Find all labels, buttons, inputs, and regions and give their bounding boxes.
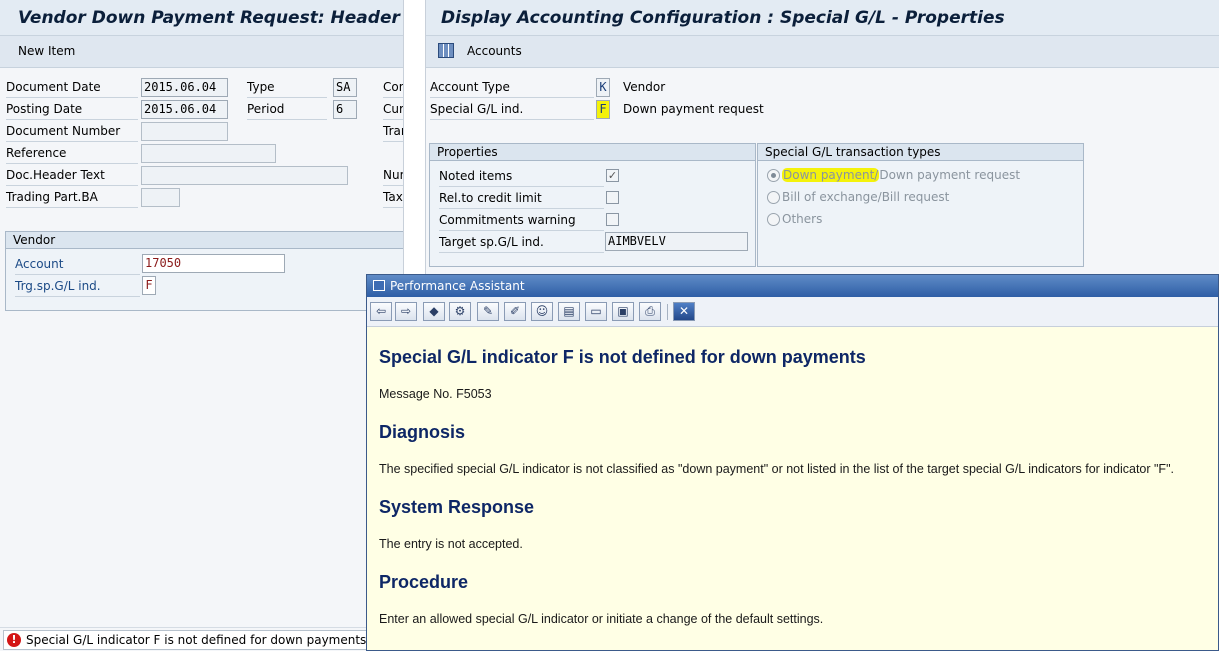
doc-header-text-label: Doc.Header Text: [6, 167, 138, 186]
special-gl-ind-text: Down payment request: [623, 102, 764, 116]
hint-icon[interactable]: ◆: [423, 302, 445, 321]
down-payment-request-text: Down payment request: [879, 168, 1021, 182]
forward-icon[interactable]: ⇨: [395, 302, 417, 321]
posting-date-field[interactable]: 2015.06.04: [141, 100, 228, 119]
target-sp-gl-ind-label: Target sp.G/L ind.: [439, 234, 604, 253]
num-label: Num: [383, 167, 403, 186]
config-title-bar: Display Accounting Configuration : Speci…: [426, 0, 1219, 36]
transaction-types-group: Special G/L transaction types Down payme…: [757, 143, 1084, 267]
account-type-label: Account Type: [430, 79, 594, 98]
target-sp-gl-ind-field[interactable]: AIMBVELV: [605, 232, 748, 251]
diagnosis-text: The specified special G/L indicator is n…: [379, 462, 1174, 476]
period-label: Period: [247, 101, 327, 120]
bill-of-exchange-radio-label: Bill of exchange/Bill request: [782, 190, 950, 204]
trading-part-ba-label: Trading Part.BA: [6, 189, 138, 208]
credit-limit-label: Rel.to credit limit: [439, 190, 604, 209]
status-message[interactable]: ! Special G/L indicator F is not defined…: [3, 630, 372, 650]
procedure-text: Enter an allowed special G/L indicator o…: [379, 612, 824, 626]
system-response-heading: System Response: [379, 497, 535, 517]
period-field[interactable]: 6: [333, 100, 357, 119]
special-gl-ind-label: Special G/L ind.: [430, 101, 594, 120]
status-bar: ! Special G/L indicator F is not defined…: [0, 627, 403, 651]
document-number-label: Document Number: [6, 123, 138, 142]
procedure-heading: Procedure: [379, 572, 469, 592]
account-label[interactable]: Account: [15, 256, 140, 275]
tran-label: Tran: [383, 123, 403, 142]
trg-sp-gl-ind-field[interactable]: F: [142, 276, 156, 295]
tax-label: Tax: [383, 189, 403, 208]
toolbar-separator: [667, 304, 668, 320]
accounts-button[interactable]: Accounts: [467, 44, 522, 58]
noted-items-checkbox[interactable]: ✓: [606, 169, 619, 182]
account-type-field[interactable]: K: [596, 78, 610, 97]
technical-info-icon[interactable]: ⚙: [449, 302, 471, 321]
status-message-text: Special G/L indicator F is not defined f…: [26, 633, 367, 647]
print-preview-icon[interactable]: ▭: [585, 302, 607, 321]
document-number-field[interactable]: [141, 122, 228, 141]
vendor-account-field[interactable]: 17050: [142, 254, 285, 273]
performance-assistant-window: Performance Assistant ⇦ ⇨ ◆ ⚙ ✎ ✐ ☺ ▤ ▭ …: [366, 274, 1219, 651]
message-number: Message No. F5053: [379, 387, 492, 401]
diagnosis-heading: Diagnosis: [379, 422, 466, 442]
message-heading: Special G/L indicator F is not defined f…: [379, 347, 866, 367]
curr-label: Curr: [383, 101, 403, 120]
account-type-text: Vendor: [623, 80, 666, 94]
back-icon[interactable]: ⇦: [370, 302, 392, 321]
posting-date-label: Posting Date: [6, 101, 138, 120]
system-response-text: The entry is not accepted.: [379, 537, 523, 551]
vendor-down-payment-screen: Vendor Down Payment Request: Header Data…: [0, 0, 404, 651]
commitments-warning-checkbox[interactable]: [606, 213, 619, 226]
reference-field[interactable]: [141, 144, 276, 163]
close-icon[interactable]: ✕: [673, 302, 695, 321]
others-radio-label: Others: [782, 212, 823, 226]
document-date-label: Document Date: [6, 79, 138, 98]
properties-group: Properties Noted items ✓ Rel.to credit l…: [429, 143, 756, 267]
trg-sp-gl-ind-label[interactable]: Trg.sp.G/L ind.: [15, 278, 140, 297]
noted-items-label: Noted items: [439, 168, 604, 187]
down-payment-highlight: Down payment/: [782, 168, 880, 182]
commitments-warning-label: Commitments warning: [439, 212, 604, 231]
others-radio[interactable]: [767, 213, 780, 226]
vendor-group: Vendor Account 17050 Trg.sp.G/L ind. F: [5, 231, 403, 311]
doc-header-text-field[interactable]: [141, 166, 348, 185]
document-type-field[interactable]: SA: [333, 78, 357, 97]
config-title: Display Accounting Configuration : Speci…: [441, 8, 1005, 28]
reference-label: Reference: [6, 145, 138, 164]
down-payment-radio-label: Down payment/Down payment request: [782, 168, 1020, 182]
down-payment-radio[interactable]: [767, 169, 780, 182]
vendor-group-title: Vendor: [6, 232, 403, 249]
special-gl-properties-screen: Display Accounting Configuration : Speci…: [425, 0, 1219, 276]
screen-title-bar: Vendor Down Payment Request: Header Data: [0, 0, 403, 36]
edit-icon[interactable]: ✎: [477, 302, 499, 321]
table-icon[interactable]: [438, 43, 454, 58]
highlight-icon[interactable]: ✐: [504, 302, 526, 321]
credit-limit-checkbox[interactable]: [606, 191, 619, 204]
config-toolbar: Accounts: [426, 36, 1219, 68]
assistant-title: Performance Assistant: [390, 279, 525, 293]
list-icon[interactable]: ▤: [558, 302, 580, 321]
con-label: Con: [383, 79, 403, 98]
document-date-field[interactable]: 2015.06.04: [141, 78, 228, 97]
save-icon[interactable]: ▣: [612, 302, 634, 321]
assistant-title-bar[interactable]: Performance Assistant: [367, 275, 1218, 297]
assistant-content: Special G/L indicator F is not defined f…: [367, 327, 1218, 650]
assistant-toolbar: ⇦ ⇨ ◆ ⚙ ✎ ✐ ☺ ▤ ▭ ▣ ⎙ ✕: [367, 297, 1218, 327]
trading-part-ba-field[interactable]: [141, 188, 180, 207]
error-icon: !: [7, 633, 21, 647]
new-item-button[interactable]: New Item: [18, 44, 75, 58]
properties-group-title: Properties: [430, 144, 755, 161]
screen-title: Vendor Down Payment Request: Header Data: [18, 8, 403, 28]
window-icon: [373, 280, 385, 291]
type-label: Type: [247, 79, 327, 98]
special-gl-ind-field[interactable]: F: [596, 100, 610, 119]
application-toolbar: New Item: [0, 36, 403, 68]
bill-of-exchange-radio[interactable]: [767, 191, 780, 204]
transaction-types-title: Special G/L transaction types: [758, 144, 1083, 161]
users-icon[interactable]: ☺: [531, 302, 553, 321]
print-icon[interactable]: ⎙: [639, 302, 661, 321]
